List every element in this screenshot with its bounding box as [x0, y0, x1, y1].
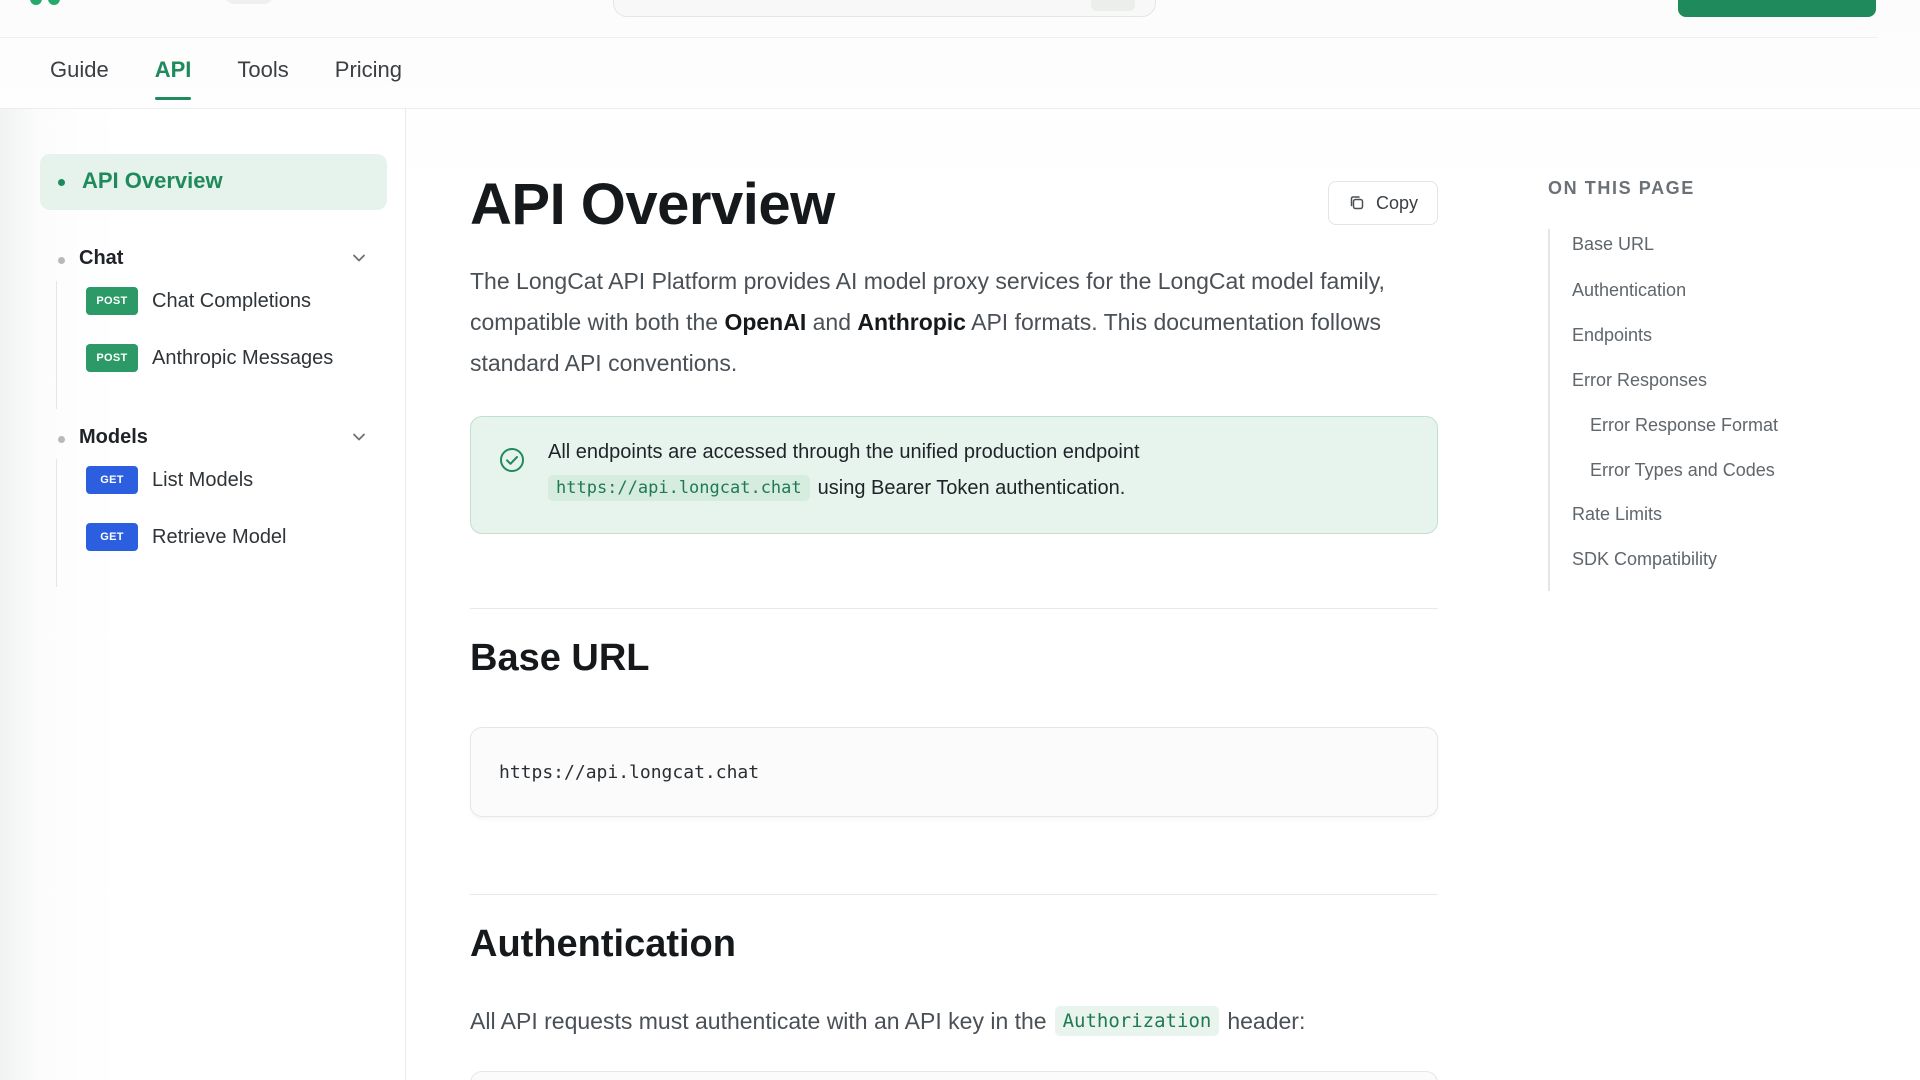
copy-page-button[interactable]: Copy: [1328, 181, 1438, 225]
sidebar-item-chat-completions[interactable]: POST Chat Completions: [86, 285, 311, 317]
toc-link-endpoints[interactable]: Endpoints: [1572, 325, 1652, 346]
group-rail: [56, 281, 57, 409]
method-badge-post: POST: [86, 344, 138, 372]
section-heading-base-url: Base URL: [470, 637, 650, 679]
tab-pricing[interactable]: Pricing: [335, 54, 402, 100]
code-block[interactable]: [470, 1071, 1438, 1080]
auth-text: header:: [1227, 1007, 1306, 1034]
toc-link-sdk-compatibility[interactable]: SDK Compatibility: [1572, 549, 1717, 570]
copy-icon: [1350, 196, 1364, 210]
toc-link-base-url[interactable]: Base URL: [1572, 234, 1654, 255]
docs-page: Guide API Tools Pricing API Overview Cha…: [0, 0, 1920, 1080]
toc-title: ON THIS PAGE: [1548, 178, 1695, 198]
intro-text: and: [806, 309, 858, 335]
sidebar-item-label: Anthropic Messages: [152, 346, 334, 369]
sidebar-group-label: Chat: [79, 247, 124, 269]
callout-text: using Bearer Token authentication.: [817, 476, 1126, 499]
check-circle-icon: [500, 448, 524, 472]
sidebar-item-label: API Overview: [82, 168, 223, 193]
logo[interactable]: [30, 0, 92, 5]
sidebar-item-anthropic-messages[interactable]: POST Anthropic Messages: [86, 342, 333, 374]
code-text: https://api.longcat.chat: [499, 762, 760, 783]
intro-bold-openai: OpenAI: [724, 309, 807, 335]
tab-guide[interactable]: Guide: [50, 54, 109, 100]
group-rail: [56, 459, 57, 587]
sidebar-item-label: List Models: [152, 468, 254, 491]
nav-tabs: Guide API Tools Pricing: [50, 54, 448, 100]
copy-label: Copy: [1375, 192, 1419, 213]
sidebar-item-label: Chat Completions: [152, 289, 311, 312]
top-header: [0, 0, 1920, 38]
sidebar-group-chat[interactable]: Chat: [40, 240, 387, 280]
toc-link-authentication[interactable]: Authentication: [1572, 280, 1686, 301]
group-dot: [58, 436, 65, 443]
toc-rail: [1548, 229, 1550, 591]
endpoint-code: https://api.longcat.chat: [548, 475, 810, 501]
chevron-down-icon[interactable]: [349, 248, 369, 268]
section-heading-authentication: Authentication: [470, 923, 736, 965]
header-cta-button[interactable]: [1678, 0, 1876, 17]
section-divider: [470, 608, 1438, 609]
method-badge-get: GET: [86, 466, 138, 494]
tab-tools[interactable]: Tools: [237, 54, 288, 100]
method-badge-get: GET: [86, 523, 138, 551]
intro-bold-anthropic: Anthropic: [857, 309, 966, 335]
intro-paragraph: The LongCat API Platform provides AI mod…: [470, 261, 1440, 384]
group-dot: [58, 257, 65, 264]
header-divider: [0, 37, 1878, 38]
page-title: API Overview: [470, 172, 835, 237]
info-callout: All endpoints are accessed through the u…: [470, 416, 1438, 534]
toc-link-error-types-and-codes[interactable]: Error Types and Codes: [1590, 460, 1775, 481]
sidebar: API Overview Chat POST Chat Completions …: [0, 109, 406, 1080]
callout-text: All endpoints are accessed through the u…: [548, 441, 1140, 463]
toc-link-rate-limits[interactable]: Rate Limits: [1572, 504, 1662, 525]
version-pill[interactable]: [225, 0, 273, 4]
sidebar-group-label: Models: [79, 426, 148, 448]
code-block[interactable]: https://api.longcat.chat: [470, 727, 1438, 817]
search-shortcut-badge: [1091, 0, 1135, 11]
search-bar[interactable]: [613, 0, 1156, 17]
sidebar-group-models[interactable]: Models: [40, 419, 387, 459]
section-divider: [470, 894, 1438, 895]
active-dot: [58, 179, 65, 186]
sidebar-item-api-overview[interactable]: API Overview: [40, 154, 387, 210]
callout-text-line2: https://api.longcat.chat using Bearer To…: [548, 475, 1125, 501]
sidebar-item-label: Retrieve Model: [152, 525, 287, 548]
auth-text: All API requests must authenticate with …: [470, 1007, 1047, 1034]
method-badge-post: POST: [86, 287, 138, 315]
tab-api[interactable]: API: [154, 54, 191, 100]
sidebar-item-list-models[interactable]: GET List Models: [86, 464, 253, 496]
toc-link-error-response-format[interactable]: Error Response Format: [1590, 415, 1778, 436]
chevron-down-icon[interactable]: [349, 427, 369, 447]
toc-link-error-responses[interactable]: Error Responses: [1572, 370, 1707, 391]
auth-paragraph: All API requests must authenticate with …: [470, 1006, 1305, 1036]
sidebar-item-retrieve-model[interactable]: GET Retrieve Model: [86, 521, 287, 553]
authorization-code: Authorization: [1054, 1006, 1220, 1036]
